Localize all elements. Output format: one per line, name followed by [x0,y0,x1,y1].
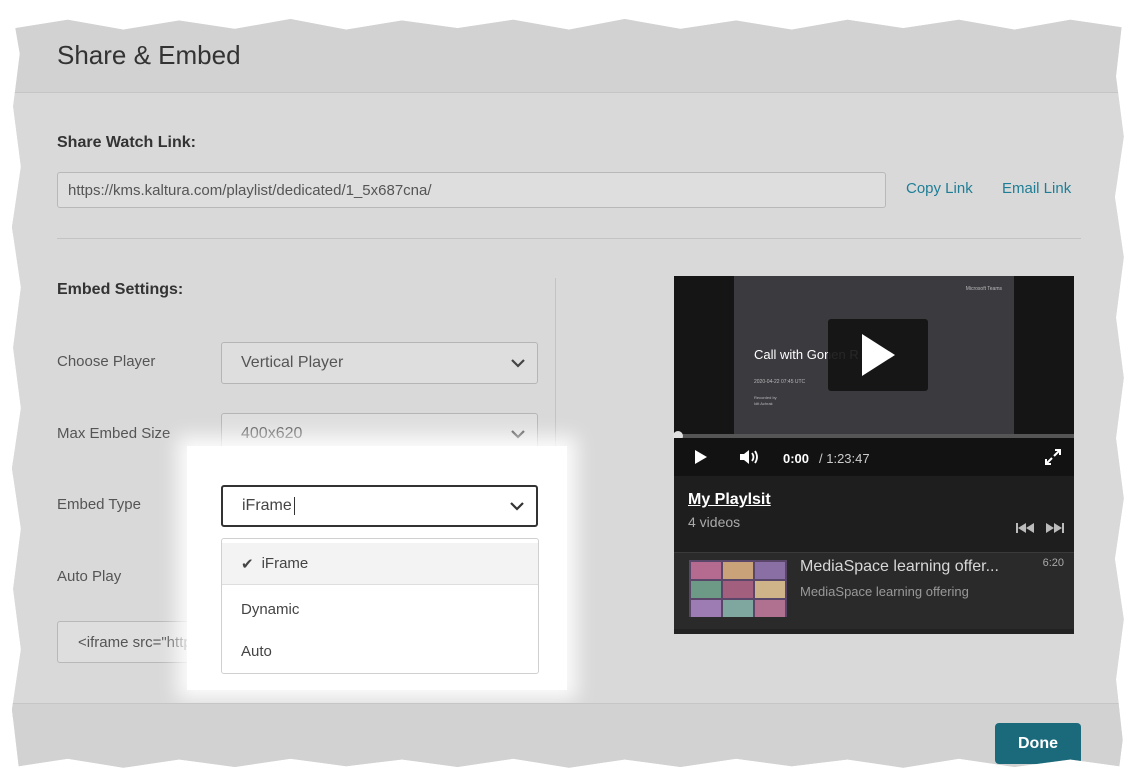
chevron-down-icon [511,430,525,439]
next-icon[interactable] [1044,522,1064,534]
email-link[interactable]: Email Link [1002,180,1071,197]
divider [57,238,1081,239]
thumb-tile [723,600,753,617]
playlist-item[interactable]: MediaSpace learning offer... MediaSpace … [674,552,1074,629]
thumb-tile [755,600,785,617]
max-size-label: Max Embed Size [57,425,171,442]
control-bar: 0:00 / 1:23:47 [674,438,1074,476]
option-dynamic[interactable]: Dynamic [222,588,538,630]
auto-play-label: Auto Play [57,568,122,585]
video-area[interactable]: Microsoft Teams Call with Gonen R 2020-0… [674,276,1074,434]
embed-heading: Embed Settings: [57,281,184,298]
video-count: 4 videos [688,514,741,530]
dialog-header: Share & Embed [12,19,1124,93]
embed-type-label: Embed Type [57,496,141,513]
chevron-down-icon [511,359,525,368]
slide-byline: Recorded by Idit Achrak [754,395,777,407]
thumb-tile [691,581,721,598]
playlist-header: My Playlsit 4 videos [674,476,1074,552]
item-duration: 6:20 [1042,557,1064,569]
slide-presenter: Idit Achrak [754,401,773,406]
option-label: Auto [241,642,272,660]
item-subtitle: MediaSpace learning offering [800,584,969,599]
dialog-title: Share & Embed [57,40,241,70]
thumb-tile [755,581,785,598]
option-auto[interactable]: Auto [222,630,538,672]
thumb-tile [691,600,721,617]
thumbnail [689,560,787,617]
choose-player-select[interactable]: Vertical Player [221,342,538,384]
prev-icon[interactable] [1016,522,1036,534]
option-label: iFrame [261,555,309,572]
option-iframe[interactable]: ✔ iFrame [222,543,538,585]
current-time: 0:00 [783,451,810,466]
dialog: Share & Embed Share Watch Link: https://… [12,19,1124,768]
thumb-tile [755,562,785,579]
play-icon[interactable] [694,449,708,465]
share-heading: Share Watch Link: [57,134,196,151]
dialog-footer: Done [12,703,1124,768]
max-size-value: 400x620 [241,425,303,442]
option-label: Dynamic [241,600,300,618]
playlist-name[interactable]: My Playlsit [688,491,771,509]
thumb-tile [723,581,753,598]
item-title: MediaSpace learning offer... [800,558,999,575]
thumb-tile [723,562,753,579]
done-button[interactable]: Done [995,723,1081,764]
embed-type-select[interactable]: iFrame [221,485,538,527]
big-play-button[interactable] [828,319,928,391]
share-url-field[interactable]: https://kms.kaltura.com/playlist/dedicat… [57,172,886,208]
choose-player-label: Choose Player [57,353,156,370]
text-caret [293,497,295,515]
slide-date: 2020-04-22 07:45 UTC [754,379,806,385]
duration: / 1:23:47 [819,451,870,466]
slide-brand: Microsoft Teams [965,286,1002,292]
chevron-down-icon [510,502,524,511]
choose-player-value: Vertical Player [241,354,344,371]
embed-type-value: iFrame [242,497,292,514]
check-icon: ✔ [241,555,254,573]
copy-link[interactable]: Copy Link [906,180,973,197]
play-icon [862,334,895,376]
thumb-tile [691,562,721,579]
embed-type-dropdown: ✔ iFrame Dynamic Auto [221,538,539,674]
player-preview: Microsoft Teams Call with Gonen R 2020-0… [673,276,1074,634]
volume-icon[interactable] [739,448,761,466]
fullscreen-icon[interactable] [1044,448,1062,466]
